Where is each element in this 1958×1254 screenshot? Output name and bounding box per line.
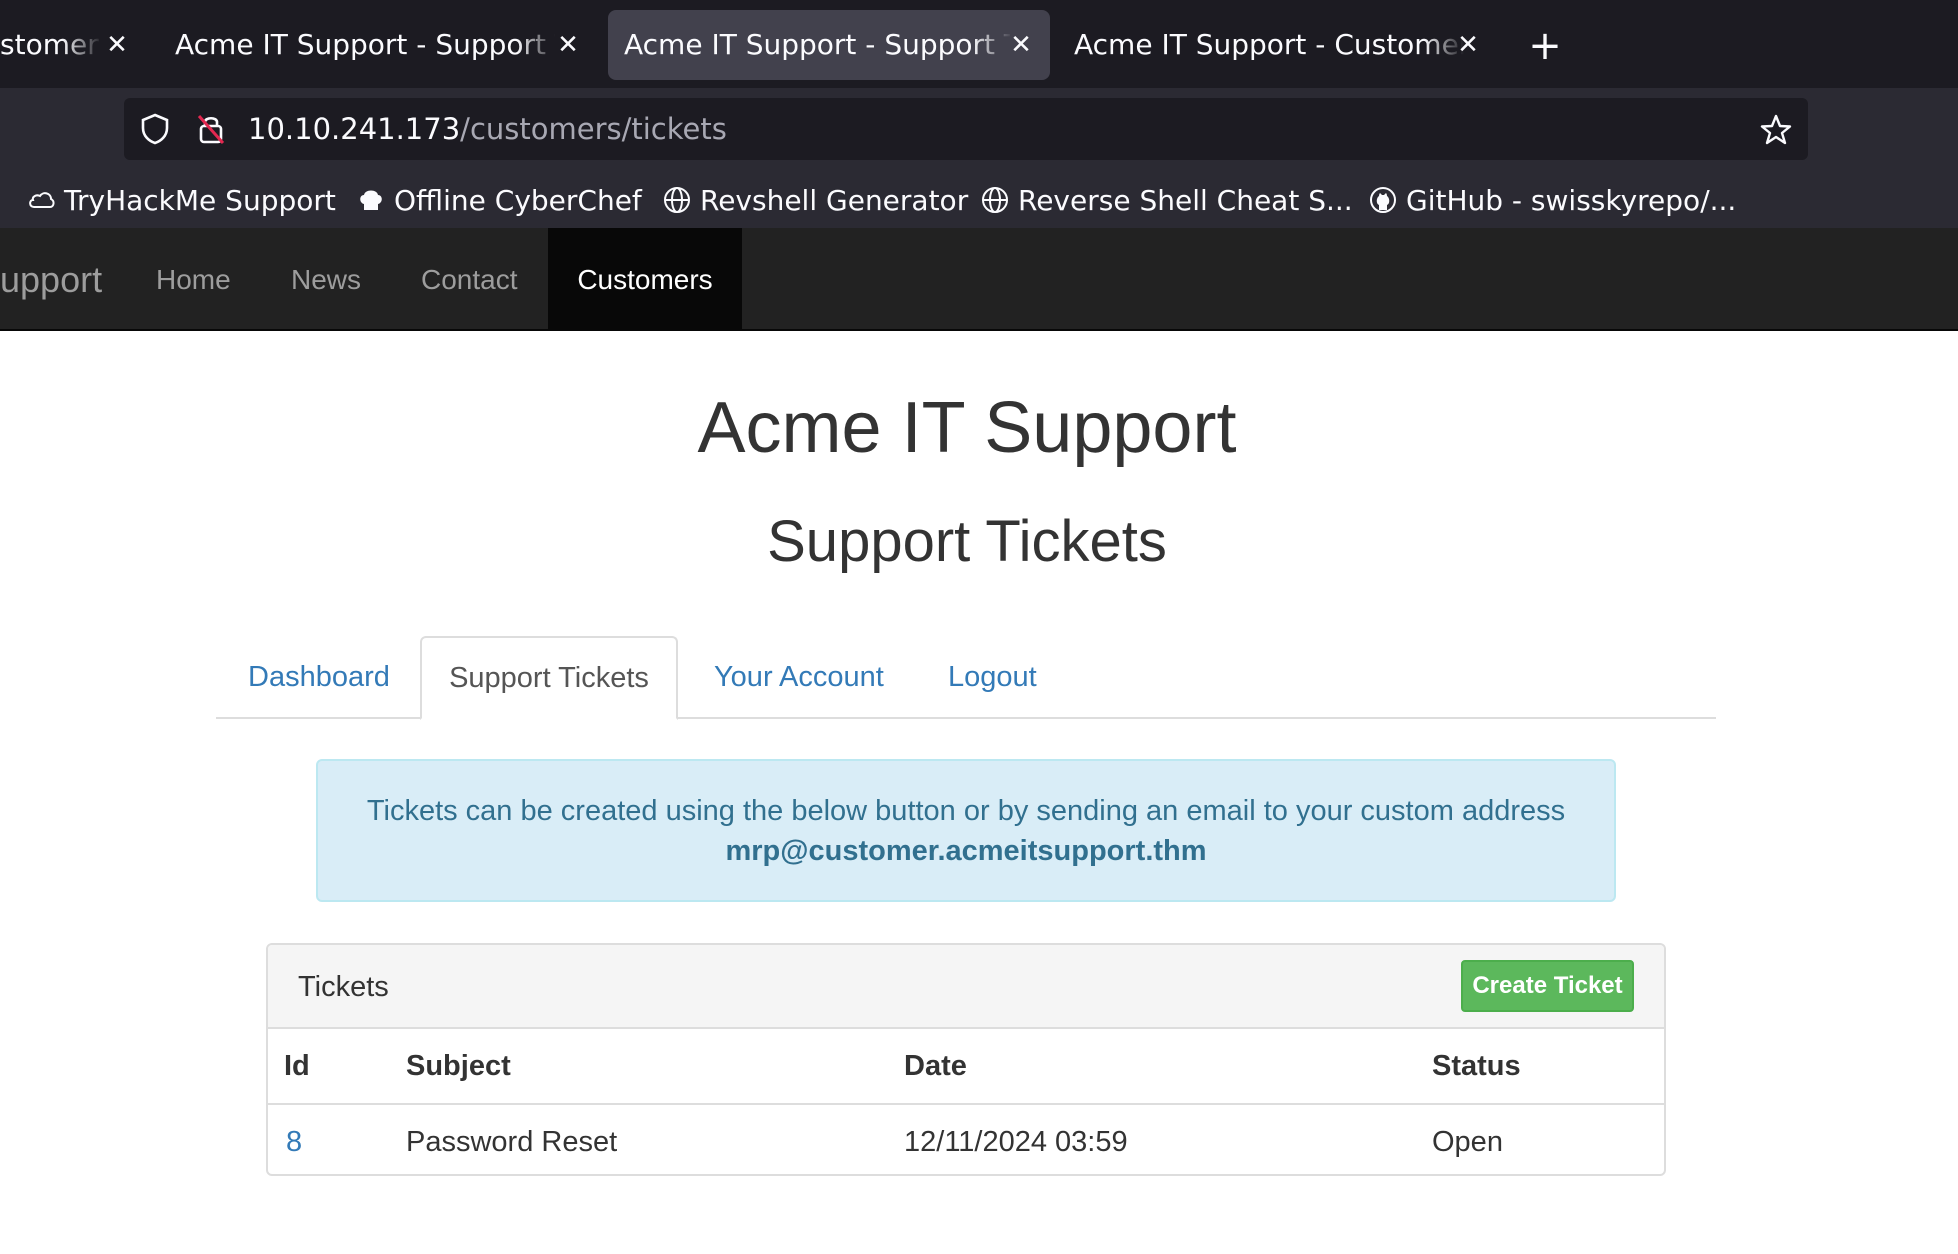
globe-icon [980,185,1010,215]
bookmark-label: Reverse Shell Cheat S... [1018,183,1353,217]
url-path: /customers/tickets [460,112,727,146]
bookmark-reverse-shell-cheat-sheet[interactable]: Reverse Shell Cheat S... [980,172,1353,228]
tab-logout[interactable]: Logout [948,636,1037,718]
tab-title: Acme IT Support - Customer [1074,28,1464,61]
column-header-subject: Subject [406,1050,511,1082]
bookmark-github-swisskyrepo[interactable]: GitHub - swisskyrepo/... [1368,172,1736,228]
star-icon[interactable] [1758,112,1794,148]
shield-icon[interactable] [138,112,172,146]
info-alert: Tickets can be created using the below b… [316,759,1616,902]
tab-dashboard[interactable]: Dashboard [248,636,390,718]
browser-tab-active[interactable]: Acme IT Support - Support Ti ✕ [608,10,1050,80]
tab-title-fade [62,10,102,80]
new-tab-button[interactable]: + [1525,18,1565,74]
bookmark-offline-cyberchef[interactable]: Offline CyberChef [356,172,642,228]
ticket-id-link[interactable]: 8 [286,1105,302,1174]
close-icon[interactable]: ✕ [102,10,132,80]
tickets-panel: Tickets Create Ticket Id Subject Date St… [266,943,1666,1176]
tab-title-fade [517,10,557,80]
tab-title: Acme IT Support - Support Ti [624,28,1010,61]
insecure-lock-icon[interactable] [194,112,228,146]
bookmark-tryhackme-support[interactable]: TryHackMe Support [26,172,336,228]
alert-message: Tickets can be created using the below b… [366,795,1566,827]
browser-tab[interactable]: stomer ✕ [0,10,150,80]
bookmark-label: Offline CyberChef [394,183,642,217]
globe-icon [662,185,692,215]
create-ticket-button[interactable]: Create Ticket [1461,960,1634,1012]
browser-tab[interactable]: Acme IT Support - Customer ✕ [1058,10,1498,80]
chef-hat-icon [356,185,386,215]
browser-tab-bar: stomer ✕ Acme IT Support - Support Ti ✕ … [0,0,1958,88]
nav-contact[interactable]: Contact [421,228,518,331]
page-title: Acme IT Support [697,388,1237,468]
close-icon[interactable]: ✕ [1453,10,1483,80]
panel-title: Tickets [298,971,389,1003]
alert-email: mrp@customer.acmeitsupport.thm [725,835,1207,867]
ticket-date: 12/11/2024 03:59 [904,1126,1128,1158]
close-icon[interactable]: ✕ [553,10,583,80]
nav-customers[interactable]: Customers [548,228,742,331]
bookmark-label: GitHub - swisskyrepo/... [1406,183,1737,217]
bookmark-label: TryHackMe Support [64,183,336,217]
ticket-subject: Password Reset [406,1126,618,1158]
tab-your-account[interactable]: Your Account [714,636,884,718]
nav-news[interactable]: News [291,228,361,331]
close-icon[interactable]: ✕ [1006,10,1036,80]
column-header-id: Id [284,1050,310,1082]
url-host: 10.10.241.173 [248,112,461,146]
tab-title: Acme IT Support - Support Ti [175,28,555,61]
nav-home[interactable]: Home [156,228,231,331]
page-subtitle: Support Tickets [767,509,1167,574]
site-brand[interactable]: upport [0,228,102,331]
bookmark-label: Revshell Generator [700,183,969,217]
column-header-status: Status [1432,1050,1521,1082]
browser-tab[interactable]: Acme IT Support - Support Ti ✕ [155,10,595,80]
ticket-status: Open [1432,1126,1503,1158]
panel-heading: Tickets Create Ticket [268,945,1664,1029]
url-text[interactable]: 10.10.241.173/customers/tickets [248,98,727,160]
column-header-date: Date [904,1050,967,1082]
tab-support-tickets[interactable]: Support Tickets [420,636,678,720]
cloud-icon [26,185,56,215]
github-icon [1368,185,1398,215]
bookmark-revshell-generator[interactable]: Revshell Generator [662,172,968,228]
